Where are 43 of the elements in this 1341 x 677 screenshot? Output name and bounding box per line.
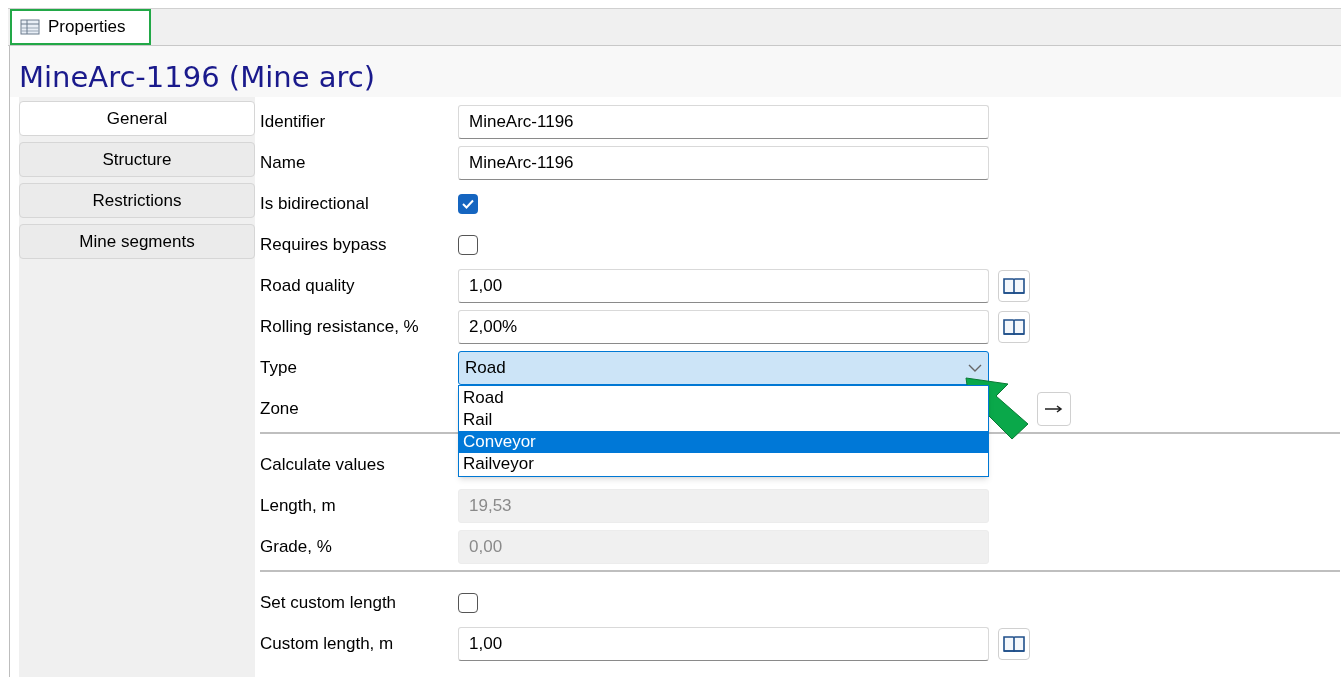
- right-arrow-icon: [1044, 404, 1064, 413]
- field-label: Name: [260, 151, 307, 174]
- section-tab[interactable]: Mine segments: [19, 224, 255, 259]
- table-icon: [20, 19, 40, 35]
- book-icon: [1002, 633, 1026, 654]
- input-field[interactable]: 1,00: [458, 268, 989, 303]
- field-label: Rolling resistance, %: [260, 315, 420, 338]
- field-label: Is bidirectional: [260, 192, 370, 215]
- input-field[interactable]: MineArc-1196: [458, 145, 989, 180]
- field-label: Grade, %: [260, 535, 333, 558]
- page-title: MineArc-1196 (Mine arc): [19, 59, 375, 96]
- chevron-icon: [968, 362, 982, 373]
- dropdown-option[interactable]: Road: [459, 386, 988, 409]
- field-label: Zone: [260, 397, 300, 420]
- arrow-button[interactable]: [1037, 391, 1071, 426]
- section-tab[interactable]: General: [19, 101, 255, 136]
- field-label: Road quality: [260, 274, 356, 297]
- field-label: Calculate values: [260, 453, 386, 476]
- properties-tab[interactable]: Properties: [10, 9, 151, 45]
- dropdown-option[interactable]: Conveyor: [459, 430, 988, 453]
- section-tab[interactable]: Restrictions: [19, 183, 255, 218]
- field-label: Requires bypass: [260, 233, 388, 256]
- book-icon: [1002, 275, 1026, 296]
- input-field[interactable]: MineArc-1196: [458, 104, 989, 139]
- dropdown-option[interactable]: Rail: [459, 408, 988, 431]
- field-label: Set custom length: [260, 591, 398, 614]
- book-icon: [1002, 316, 1026, 337]
- pointer-arrow: [964, 376, 1030, 440]
- checkbox[interactable]: [458, 234, 478, 255]
- checkbox[interactable]: [458, 592, 478, 613]
- book-button[interactable]: [998, 269, 1030, 302]
- field-label: Type: [260, 356, 298, 379]
- section-tab[interactable]: Structure: [19, 142, 255, 177]
- book-button[interactable]: [998, 627, 1030, 660]
- dropdown-option[interactable]: Railveyor: [459, 452, 988, 475]
- checkbox[interactable]: [458, 193, 478, 214]
- type-dropdown[interactable]: Road: [458, 350, 989, 385]
- field-label: Identifier: [260, 110, 327, 133]
- input-field[interactable]: 2,00%: [458, 309, 989, 344]
- field-label: Length, m: [260, 494, 337, 517]
- input-field[interactable]: 1,00: [458, 626, 989, 661]
- book-button[interactable]: [998, 310, 1030, 343]
- field-label: Custom length, m: [260, 632, 395, 655]
